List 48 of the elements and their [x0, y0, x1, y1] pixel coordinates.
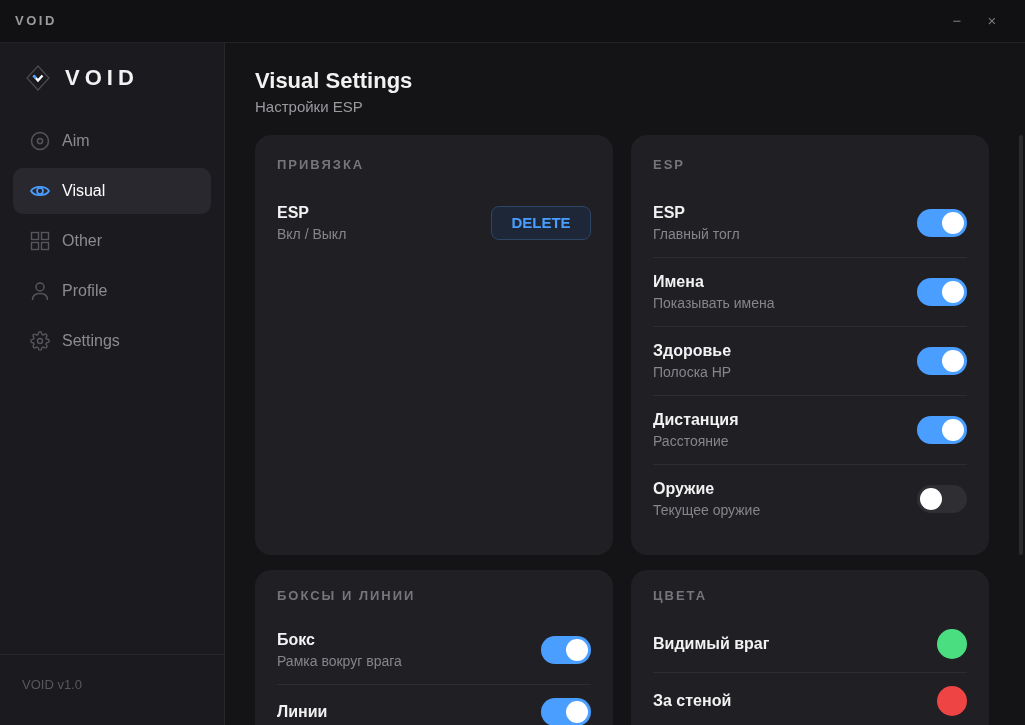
page-subtitle: Настройки ESP	[255, 97, 364, 117]
setting-description: Показывать имена	[653, 294, 775, 313]
settings-icon	[30, 331, 50, 351]
toggle-switch[interactable]	[917, 278, 967, 306]
nav-item[interactable]: Visual	[13, 168, 211, 214]
minimize-button[interactable]: −	[946, 11, 968, 31]
setting-label: Видимый враг	[653, 634, 770, 654]
person-icon	[30, 281, 50, 301]
setting-label: Линии	[277, 702, 328, 722]
toggle-switch[interactable]	[541, 636, 591, 664]
nav-item[interactable]: Profile	[13, 268, 211, 314]
grid-icon	[30, 231, 50, 251]
toggle-switch[interactable]	[917, 347, 967, 375]
nav-item[interactable]: Aim	[13, 118, 211, 164]
logo-text: VOID	[65, 65, 139, 91]
nav-item[interactable]: Settings	[13, 318, 211, 364]
toggle-switch[interactable]	[917, 209, 967, 237]
section-title: БОКСЫ И ЛИНИИ	[277, 588, 417, 604]
version-label: VOID v1.0	[22, 677, 82, 692]
setting-description: Расстояние	[653, 432, 730, 451]
setting-label: ESP	[653, 203, 686, 223]
setting-label: Дистанция	[653, 410, 739, 430]
color-swatch-icon[interactable]	[937, 629, 967, 659]
setting-description: Главный тогл	[653, 225, 740, 244]
target-icon	[30, 131, 50, 151]
window-title: VOID	[15, 13, 57, 29]
setting-label: За стеной	[653, 691, 732, 711]
toggle-switch[interactable]	[917, 416, 967, 444]
setting-label: Имена	[653, 272, 705, 292]
setting-description: Текущее оружие	[653, 501, 761, 520]
setting-description: Вкл / Выкл	[277, 225, 347, 244]
setting-description: Полоска HP	[653, 363, 732, 382]
setting-description: Рамка вокруг врага	[277, 652, 402, 671]
setting-label: Бокс	[277, 630, 316, 650]
section-title: ЦВЕТА	[653, 588, 709, 604]
nav-item[interactable]: Other	[13, 218, 211, 264]
color-swatch-icon[interactable]	[937, 686, 967, 716]
close-button[interactable]: ×	[981, 11, 1003, 31]
toggle-switch[interactable]	[917, 485, 967, 513]
section-title: ПРИВЯЗКА	[277, 157, 366, 173]
setting-label: Здоровье	[653, 341, 732, 361]
delete-button[interactable]: DELETE	[491, 206, 591, 240]
setting-label: ESP	[277, 203, 310, 223]
setting-label: Оружие	[653, 479, 716, 499]
section-title: ESP	[653, 157, 686, 173]
toggle-switch[interactable]	[541, 698, 591, 725]
logo-icon	[26, 65, 50, 91]
page-title: Visual Settings	[255, 67, 414, 95]
